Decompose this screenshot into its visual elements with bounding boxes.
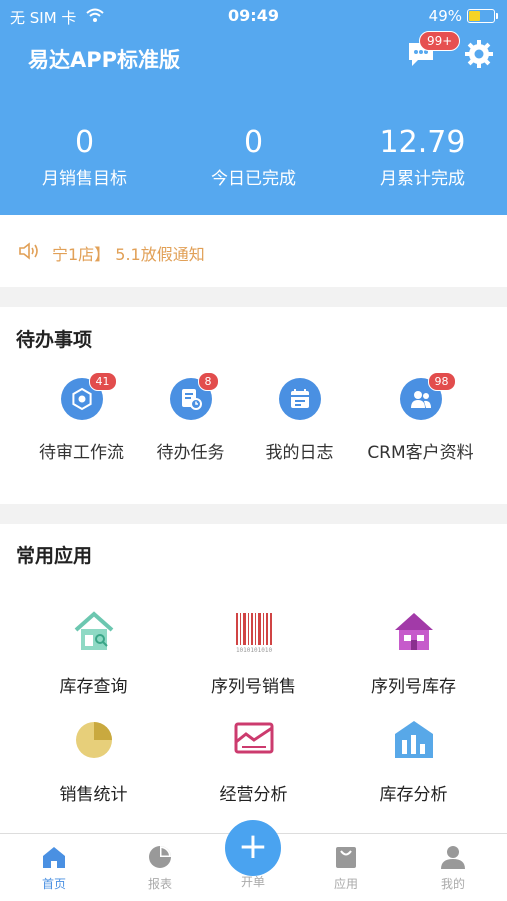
todo-item-crm[interactable]: 98 CRM客户资料: [357, 372, 484, 463]
battery-icon: [467, 9, 498, 23]
stat-value: 0: [74, 125, 95, 160]
count-badge: 98: [427, 372, 456, 391]
tab-label: 首页: [41, 877, 66, 891]
stat-label: 月销售目标: [42, 169, 127, 189]
speaker-icon: [19, 242, 38, 260]
todo-label: 待办任务: [156, 443, 225, 463]
tab-apps[interactable]: 应用: [316, 844, 376, 892]
home-icon: [43, 847, 65, 868]
tab-home[interactable]: 首页: [24, 844, 84, 892]
pie-chart-icon: [75, 722, 112, 758]
todo-label: 我的日志: [265, 443, 334, 463]
stat-monthly-target: 0 月销售目标: [0, 125, 169, 190]
count-badge: 41: [88, 372, 117, 391]
battery-percent: 49%: [428, 7, 462, 25]
app-label: 序列号库存: [371, 677, 456, 697]
pie-report-icon: [149, 846, 171, 868]
barcode-icon: 1010101010: [235, 613, 272, 654]
stat-monthly-cumulative: 12.79 月累计完成: [338, 125, 507, 190]
analysis-chart-icon: [234, 722, 273, 754]
app-inventory-query[interactable]: 库存查询: [9, 610, 178, 697]
todo-item-tasks[interactable]: 8 待办任务: [127, 372, 254, 463]
app-sales-stats[interactable]: 销售统计: [9, 718, 178, 805]
tab-profile[interactable]: 我的: [423, 844, 483, 892]
app-label: 销售统计: [59, 785, 128, 805]
app-label: 经营分析: [219, 785, 288, 805]
task-clock-icon: 8: [169, 372, 219, 420]
tab-reports[interactable]: 报表: [130, 844, 190, 892]
app-serial-inventory[interactable]: 序列号库存: [329, 610, 498, 697]
stat-label: 月累计完成: [380, 169, 465, 189]
warehouse-chart-icon: [394, 721, 433, 758]
stat-today-completed: 0 今日已完成: [169, 125, 338, 190]
stat-value: 12.79: [379, 125, 466, 160]
house-search-icon: [74, 611, 113, 650]
app-label: 序列号销售: [211, 677, 296, 697]
crm-customers-icon: 98: [399, 372, 456, 420]
status-bar: 无 SIM 卡 09:49 49%: [0, 0, 507, 32]
app-serial-sales[interactable]: 1010101010 序列号销售: [169, 610, 338, 697]
purple-house-icon: [394, 613, 433, 650]
create-order-label: 开单: [240, 875, 265, 889]
bag-icon: [336, 847, 356, 868]
todo-label: 待审工作流: [39, 443, 124, 463]
app-label: 库存分析: [379, 785, 448, 805]
tab-label: 应用: [333, 877, 358, 891]
create-order-button[interactable]: +: [225, 820, 281, 876]
barcode-caption: 1010101010: [235, 647, 272, 654]
calendar-log-icon: [278, 378, 321, 420]
notice-text: 宁1店】 5.1放假通知: [52, 245, 205, 264]
header: 无 SIM 卡 09:49 49% 易达APP标准版 99+ 0 月销售目标 0…: [0, 0, 507, 215]
apps-title: 常用应用: [16, 545, 93, 567]
tab-label: 我的: [440, 877, 465, 891]
workflow-icon: 41: [60, 372, 117, 420]
message-badge: 99+: [419, 31, 461, 51]
battery-indicator: 49%: [428, 7, 498, 25]
todo-title: 待办事项: [16, 329, 93, 351]
tab-label: 报表: [147, 877, 172, 891]
todo-item-workflow[interactable]: 41 待审工作流: [18, 372, 145, 463]
user-icon: [441, 846, 465, 869]
todo-label: CRM客户资料: [367, 443, 474, 463]
app-inventory-analysis[interactable]: 库存分析: [329, 718, 498, 805]
app-title: 易达APP标准版: [28, 48, 181, 72]
gear-icon[interactable]: [464, 39, 494, 69]
plus-icon: +: [237, 826, 269, 867]
stat-value: 0: [243, 125, 264, 160]
app-label: 库存查询: [59, 677, 128, 697]
app-business-analysis[interactable]: 经营分析: [169, 718, 338, 805]
todo-item-log[interactable]: 我的日志: [236, 378, 363, 463]
count-badge: 8: [197, 372, 219, 391]
stat-label: 今日已完成: [211, 169, 296, 189]
notice-bar[interactable]: 宁1店】 5.1放假通知: [0, 215, 507, 287]
